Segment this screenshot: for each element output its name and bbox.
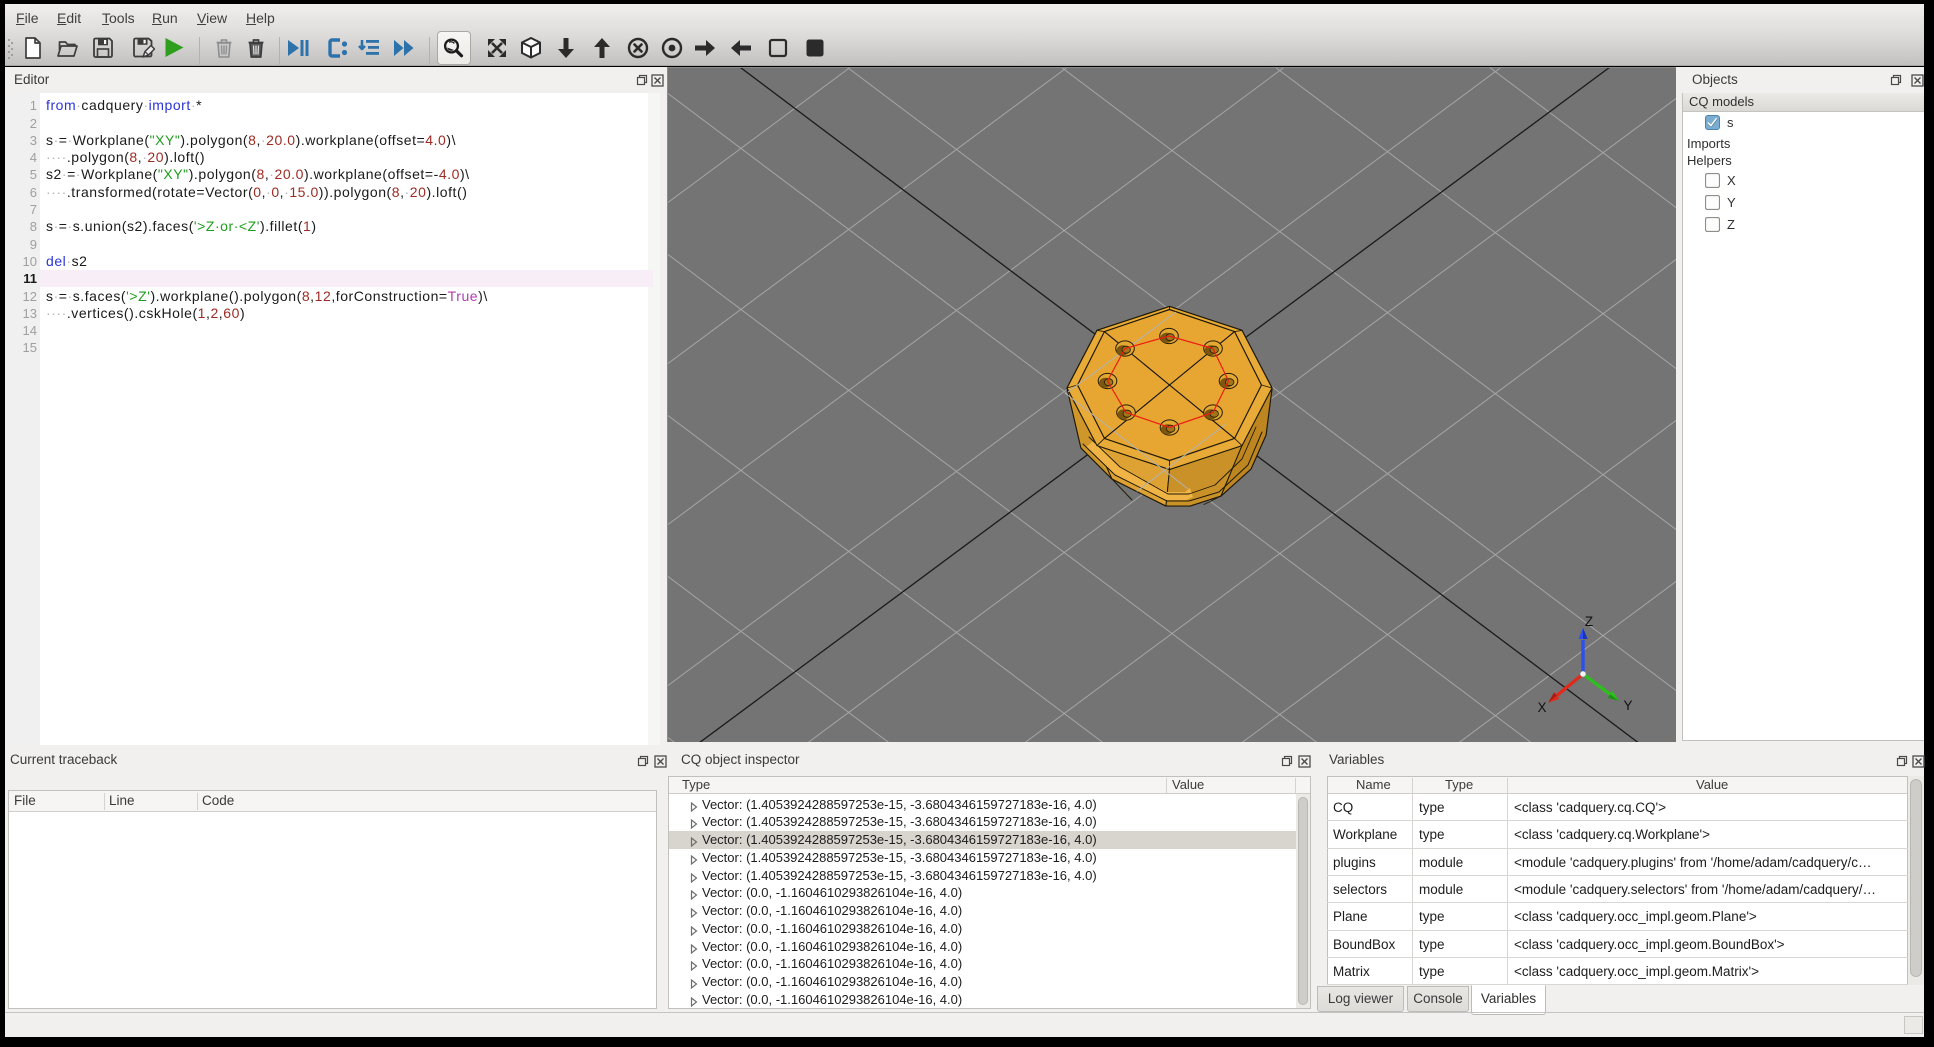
svg-text:Y: Y <box>1623 698 1632 713</box>
svg-text:Z: Z <box>1585 614 1593 629</box>
svg-text:X: X <box>1537 700 1546 715</box>
